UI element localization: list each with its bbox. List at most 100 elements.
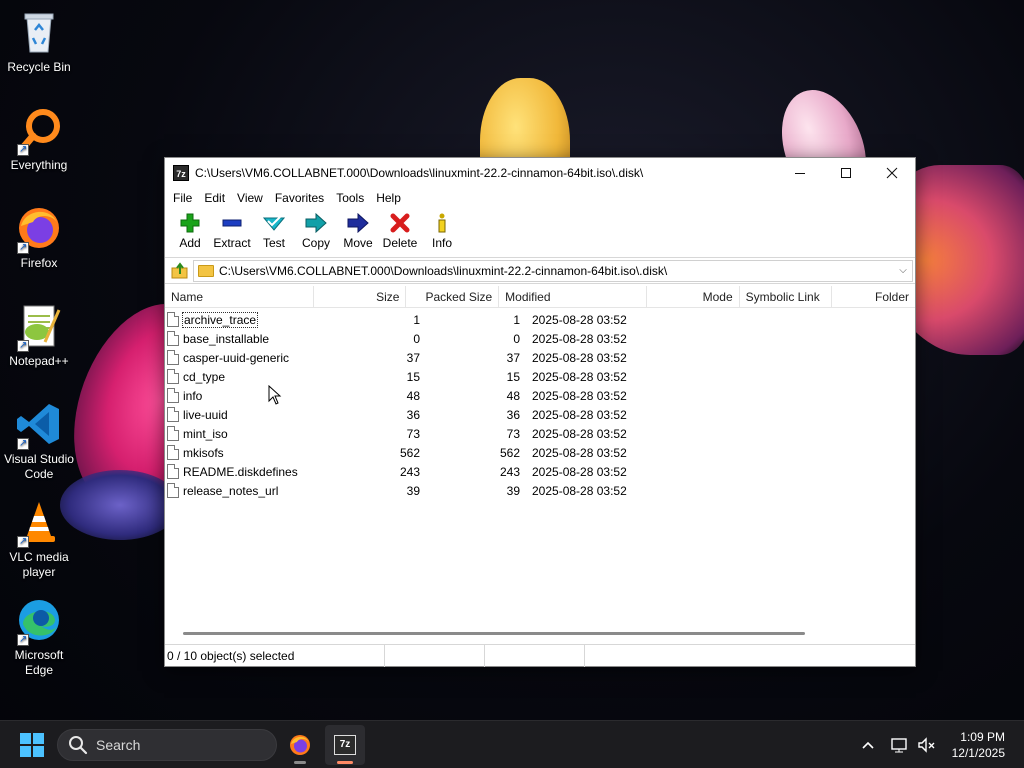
file-icon — [167, 369, 179, 384]
status-bar: 0 / 10 object(s) selected — [165, 644, 915, 667]
info-label: Info — [431, 236, 452, 250]
file-row[interactable]: archive_trace 1 1 2025-08-28 03:52 — [165, 310, 915, 329]
start-button[interactable] — [20, 733, 44, 757]
menu-file[interactable]: File — [167, 191, 198, 205]
test-icon — [263, 212, 285, 234]
menu-edit[interactable]: Edit — [198, 191, 231, 205]
desktop-icon-label: Firefox — [20, 256, 58, 270]
desktop-icon-vscode[interactable]: Visual Studio Code — [0, 400, 78, 482]
shortcut-arrow-icon — [17, 534, 29, 549]
file-size: 243 — [399, 464, 420, 479]
title-bar[interactable]: 7z C:\Users\VM6.COLLABNET.000\Downloads\… — [165, 158, 915, 187]
running-indicator — [294, 761, 306, 764]
shortcut-arrow-icon — [17, 436, 29, 451]
file-icon — [167, 483, 179, 498]
delete-button[interactable]: Delete — [379, 212, 421, 250]
info-button[interactable]: Info — [421, 212, 463, 250]
desktop-icon-everything[interactable]: Everything — [0, 106, 78, 173]
menu-view[interactable]: View — [231, 191, 269, 205]
desktop-icon-notepad-plus-plus[interactable]: Notepad++ — [0, 302, 78, 369]
file-row[interactable]: base_installable 0 0 2025-08-28 03:52 — [165, 329, 915, 348]
file-row[interactable]: release_notes_url 39 39 2025-08-28 03:52 — [165, 481, 915, 500]
file-size: 37 — [406, 350, 420, 365]
file-packed-size: 1 — [513, 312, 520, 327]
close-icon — [886, 167, 898, 178]
file-packed-size: 243 — [499, 464, 520, 479]
menu-favorites[interactable]: Favorites — [269, 191, 330, 205]
file-icon — [167, 407, 179, 422]
desktop-icon-label: Visual Studio Code — [4, 452, 74, 481]
vlc-icon — [15, 498, 63, 549]
add-icon — [179, 212, 201, 234]
file-modified: 2025-08-28 03:52 — [532, 331, 627, 346]
path-combobox[interactable]: C:\Users\VM6.COLLABNET.000\Downloads\lin… — [193, 259, 913, 282]
minimize-button[interactable] — [777, 158, 823, 187]
up-folder-icon — [171, 261, 188, 278]
minimize-icon — [795, 172, 805, 174]
file-row[interactable]: live-uuid 36 36 2025-08-28 03:52 — [165, 405, 915, 424]
file-icon — [167, 350, 179, 365]
extract-button[interactable]: Extract — [211, 212, 253, 250]
file-row[interactable]: casper-uuid-generic 37 37 2025-08-28 03:… — [165, 348, 915, 367]
file-size: 39 — [406, 483, 420, 498]
network-icon[interactable] — [890, 735, 910, 755]
add-button[interactable]: Add — [169, 212, 211, 250]
copy-button[interactable]: Copy — [295, 212, 337, 250]
desktop-icon-recycle-bin[interactable]: Recycle Bin — [0, 8, 78, 75]
maximize-button[interactable] — [823, 158, 869, 187]
column-name[interactable]: Name — [165, 285, 314, 308]
file-row[interactable]: README.diskdefines 243 243 2025-08-28 03… — [165, 462, 915, 481]
file-size: 0 — [413, 331, 420, 346]
file-row[interactable]: cd_type 15 15 2025-08-28 03:52 — [165, 367, 915, 386]
file-size: 562 — [399, 445, 420, 460]
file-row[interactable]: mkisofs 562 562 2025-08-28 03:52 — [165, 443, 915, 462]
column-packed-size[interactable]: Packed Size — [406, 285, 500, 308]
file-list: Name Size Packed Size Modified Mode Symb… — [165, 285, 915, 636]
horizontal-scrollbar[interactable] — [165, 626, 915, 640]
close-button[interactable] — [869, 158, 915, 187]
chevron-down-icon[interactable]: ⌵ — [894, 265, 912, 276]
menu-bar: File Edit View Favorites Tools Help — [165, 187, 915, 208]
test-button[interactable]: Test — [253, 212, 295, 250]
scrollbar-thumb[interactable] — [183, 632, 805, 635]
file-icon — [167, 445, 179, 460]
volume-muted-icon[interactable] — [916, 735, 936, 755]
desktop-icon-label: Everything — [10, 158, 68, 172]
taskbar-7zip[interactable]: 7z — [325, 725, 365, 765]
desktop-icon-vlc[interactable]: VLC media player — [0, 498, 78, 580]
taskbar-clock[interactable]: 1:09 PM 12/1/2025 — [952, 729, 1005, 761]
file-packed-size: 73 — [506, 426, 520, 441]
extract-icon — [221, 212, 243, 234]
move-button[interactable]: Move — [337, 212, 379, 250]
recycle-bin-icon — [15, 8, 63, 56]
search-icon — [69, 736, 88, 755]
file-packed-size: 15 — [506, 369, 520, 384]
file-size: 15 — [406, 369, 420, 384]
7zip-taskbar-icon: 7z — [334, 735, 356, 755]
desktop-icon-edge[interactable]: Microsoft Edge — [0, 596, 78, 678]
7zip-file-manager-window: 7z C:\Users\VM6.COLLABNET.000\Downloads\… — [164, 157, 916, 667]
file-size: 1 — [413, 312, 420, 327]
chevron-up-icon[interactable] — [858, 735, 878, 755]
column-symbolic-link[interactable]: Symbolic Link — [740, 285, 833, 308]
file-row[interactable]: mint_iso 73 73 2025-08-28 03:52 — [165, 424, 915, 443]
column-size[interactable]: Size — [314, 285, 407, 308]
column-mode[interactable]: Mode — [647, 285, 740, 308]
up-folder-button[interactable] — [167, 260, 193, 282]
clock-time: 1:09 PM — [960, 730, 1005, 744]
file-name: release_notes_url — [183, 483, 279, 498]
column-modified[interactable]: Modified — [499, 285, 647, 308]
file-name: mint_iso — [183, 426, 228, 441]
file-modified: 2025-08-28 03:52 — [532, 445, 627, 460]
taskbar-firefox[interactable] — [280, 725, 320, 765]
column-folder[interactable]: Folder — [832, 286, 915, 308]
menu-help[interactable]: Help — [370, 191, 407, 205]
menu-tools[interactable]: Tools — [330, 191, 370, 205]
move-icon — [347, 212, 369, 234]
desktop-icon-firefox[interactable]: Firefox — [0, 204, 78, 271]
file-modified: 2025-08-28 03:52 — [532, 369, 627, 384]
mouse-pointer-icon — [268, 385, 282, 405]
taskbar-search[interactable]: Search — [57, 729, 277, 761]
file-packed-size: 562 — [499, 445, 520, 460]
system-tray — [858, 721, 878, 768]
